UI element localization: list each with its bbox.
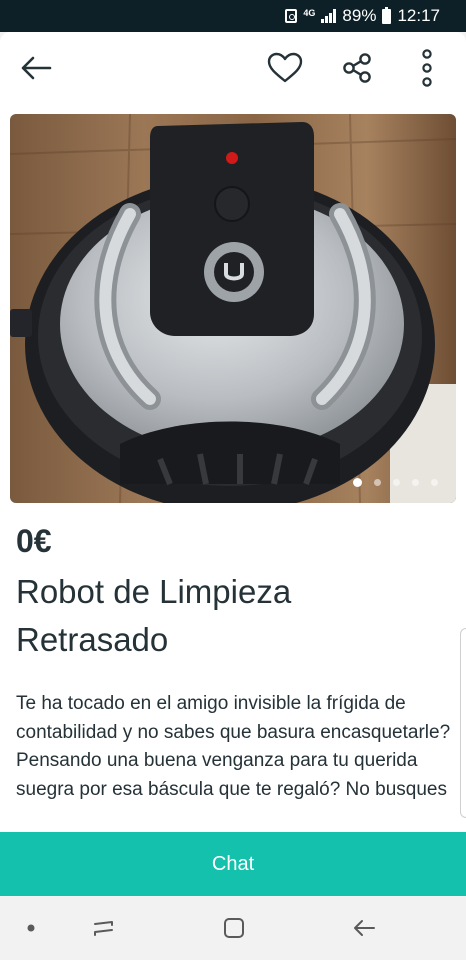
network-type: 4G: [303, 7, 316, 18]
share-icon: [343, 53, 371, 83]
listing-description: Te ha tocado en el amigo invisible la fr…: [16, 693, 451, 800]
scroll-handle[interactable]: [460, 628, 466, 818]
home-square-icon: [224, 918, 244, 938]
carousel-dot[interactable]: [431, 479, 438, 486]
nav-dot-button[interactable]: [13, 910, 49, 946]
listing-title: Robot de Limpieza Retrasado: [16, 573, 292, 658]
back-nav-button[interactable]: [346, 910, 382, 946]
battery-percent: 89%: [342, 6, 377, 25]
status-bar: 4G 89% 12:17: [0, 0, 466, 32]
carousel-dot[interactable]: [353, 478, 362, 487]
carousel-dot[interactable]: [393, 479, 400, 486]
carousel-dot[interactable]: [412, 479, 419, 486]
back-arrow-icon: [354, 920, 375, 936]
system-navigation-bar: [0, 896, 466, 960]
more-options-button[interactable]: [405, 46, 449, 90]
item-detail-screen: 0€ Robot de Limpieza Retrasado Te ha toc…: [0, 32, 466, 896]
product-image-carousel[interactable]: [10, 114, 456, 503]
product-image: [10, 114, 456, 503]
clock: 12:17: [397, 6, 440, 25]
carousel-dot[interactable]: [374, 479, 381, 486]
chat-button[interactable]: Chat: [0, 832, 466, 896]
back-button[interactable]: [14, 46, 58, 90]
status-icons: 4G 89% 12:17: [285, 6, 440, 26]
home-button[interactable]: [216, 910, 252, 946]
recent-apps-button[interactable]: [86, 910, 122, 946]
price: 0€: [16, 523, 52, 559]
share-button[interactable]: [335, 46, 379, 90]
top-app-bar: [0, 32, 466, 104]
battery-icon: [382, 6, 392, 24]
dot-icon: [27, 924, 35, 932]
nfc-icon: [285, 9, 298, 23]
favorite-button[interactable]: [263, 46, 307, 90]
arrow-left-icon: [21, 56, 52, 80]
carousel-indicator: [353, 478, 438, 487]
more-vertical-icon: [422, 49, 432, 87]
signal-icon: [321, 9, 337, 23]
recent-apps-icon: [94, 921, 113, 936]
heart-icon: [267, 52, 303, 83]
